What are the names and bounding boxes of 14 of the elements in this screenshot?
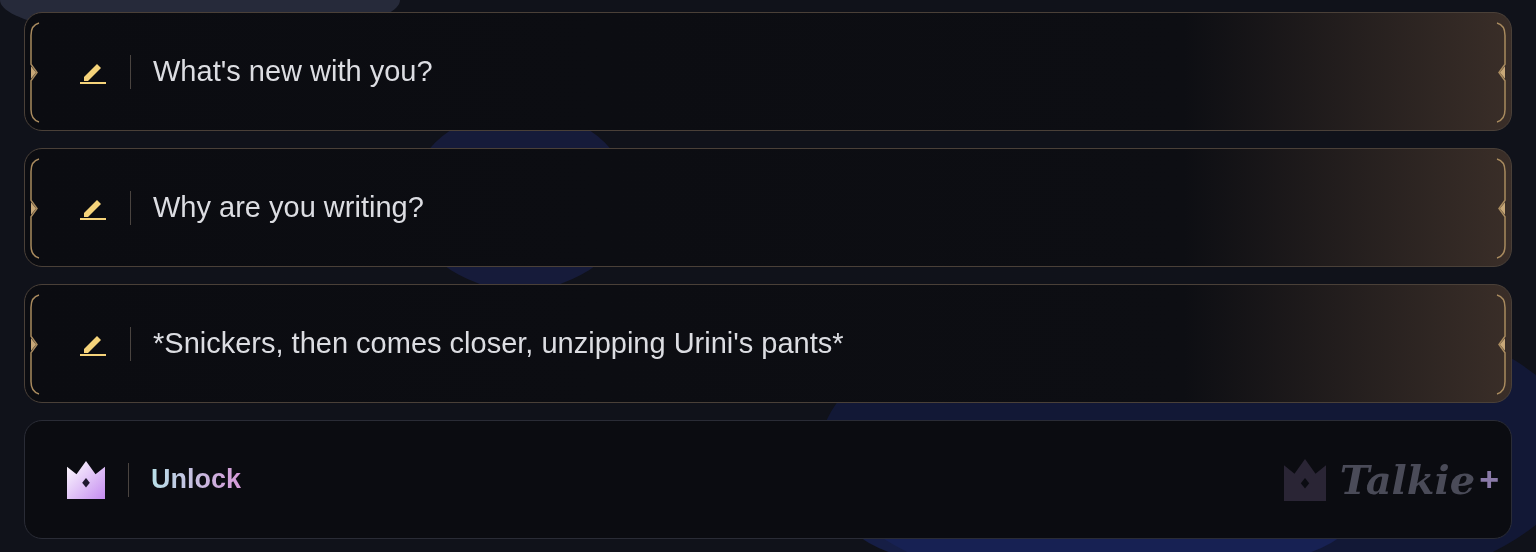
reply-suggestion[interactable]: Why are you writing? xyxy=(24,148,1512,267)
ornament-icon xyxy=(27,293,41,396)
ornament-icon xyxy=(27,157,41,260)
unlock-button[interactable]: Unlock Talkie+ xyxy=(24,420,1512,539)
ornament-icon xyxy=(1495,293,1509,396)
crown-icon xyxy=(67,460,105,499)
reply-suggestion[interactable]: *Snickers, then comes closer, unzipping Urini's pants* xyxy=(24,284,1512,403)
ornament-icon xyxy=(1495,157,1509,260)
ornament-icon xyxy=(27,21,41,124)
brand-mark: + xyxy=(1479,460,1499,499)
brand-logo: Talkie xyxy=(1339,456,1476,503)
crown-icon xyxy=(1283,458,1326,501)
ornament-icon xyxy=(1495,21,1509,124)
reply-suggestion[interactable]: What's new with you? xyxy=(24,12,1512,131)
